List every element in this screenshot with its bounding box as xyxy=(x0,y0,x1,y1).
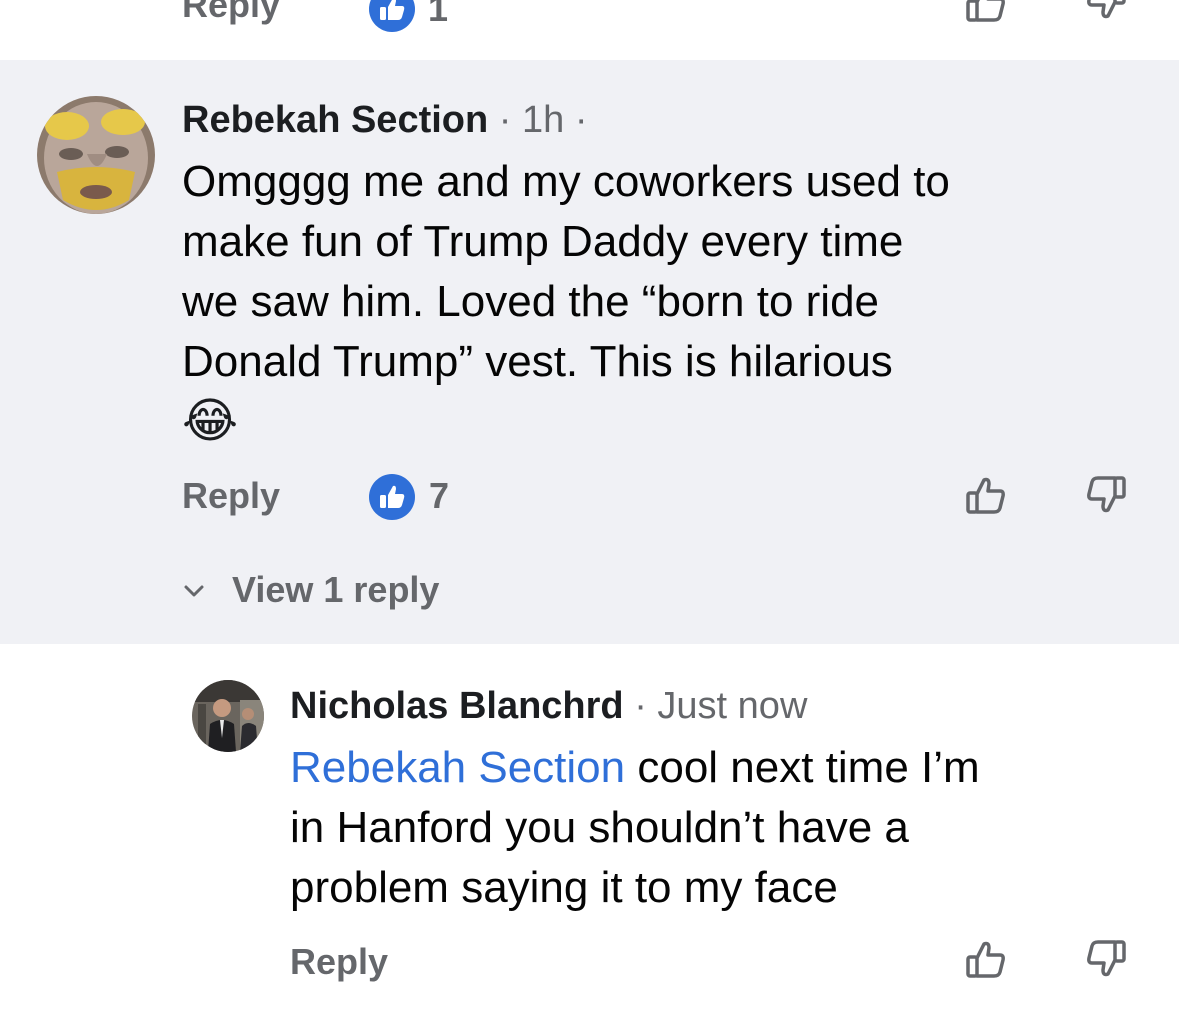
reply-line: in Hanford you shouldn’t have a xyxy=(290,803,909,852)
reply-button[interactable]: Reply xyxy=(182,474,280,518)
reply-line: Rebekah Section cool next time I’m xyxy=(290,738,1170,798)
comment-author[interactable]: Rebekah Section xyxy=(182,99,488,141)
comment-line: we saw him. Loved the “born to ride xyxy=(182,277,880,326)
comment-header: Rebekah Section · 1h · xyxy=(182,98,588,142)
previous-like-count: 1 xyxy=(428,0,449,29)
previous-comment-actions: Reply 1 xyxy=(0,0,1179,60)
header-separator: · xyxy=(498,99,512,141)
thumbs-down-outline-icon[interactable] xyxy=(1080,468,1132,520)
avatar[interactable] xyxy=(192,680,264,752)
thumbs-down-outline-icon[interactable] xyxy=(1080,932,1132,984)
laughing-emoji: 😂 xyxy=(182,395,239,448)
chevron-down-icon xyxy=(180,576,208,604)
reply-button[interactable]: Reply xyxy=(290,940,388,984)
reply-author[interactable]: Nicholas Blanchrd xyxy=(290,685,624,727)
thumbs-up-outline-icon[interactable] xyxy=(960,0,1012,30)
previous-reply-button[interactable]: Reply xyxy=(182,0,280,26)
comment-timestamp[interactable]: 1h xyxy=(522,99,564,141)
comment-line: Donald Trump” vest. This is hilarious xyxy=(182,337,893,386)
reply-header: Nicholas Blanchrd · Just now xyxy=(290,684,807,728)
mention-link[interactable]: Rebekah Section xyxy=(290,743,625,792)
comment-body: Omgggg me and my coworkers used to make … xyxy=(182,152,1172,392)
thumbs-up-outline-icon[interactable] xyxy=(960,470,1012,522)
thumbs-up-badge-icon xyxy=(369,0,415,32)
reply-line-text: cool next time I’m xyxy=(625,743,980,792)
comment-line: Omgggg me and my coworkers used to xyxy=(182,157,950,206)
reply-body: Rebekah Section cool next time I’m in Ha… xyxy=(290,738,1170,918)
thumbs-down-outline-icon[interactable] xyxy=(1080,0,1132,26)
like-count[interactable]: 7 xyxy=(429,474,449,518)
header-separator: · xyxy=(634,685,647,727)
header-trailing-dot: · xyxy=(574,99,588,141)
comment-line: make fun of Trump Daddy every time xyxy=(182,217,904,266)
thumbs-up-outline-icon[interactable] xyxy=(960,934,1012,986)
thumbs-up-badge-icon xyxy=(369,474,415,520)
view-replies-toggle[interactable]: View 1 reply xyxy=(180,568,439,612)
view-replies-label[interactable]: View 1 reply xyxy=(232,569,439,611)
avatar[interactable] xyxy=(37,96,155,214)
reply-timestamp[interactable]: Just now xyxy=(657,685,807,727)
reply-line: problem saying it to my face xyxy=(290,863,838,912)
